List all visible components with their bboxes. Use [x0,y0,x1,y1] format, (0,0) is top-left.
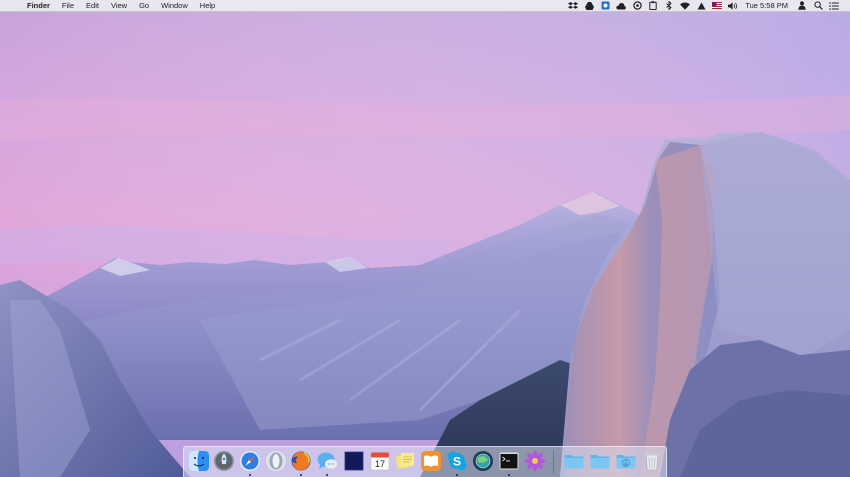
clipboard-icon[interactable] [648,1,659,10]
firefox-icon[interactable] [290,450,312,472]
menu-view[interactable]: View [105,0,133,12]
menu-file[interactable]: File [56,0,80,12]
creative-cloud-icon[interactable] [616,1,627,10]
svg-text:S: S [453,454,461,468]
google-drive-icon[interactable] [584,1,595,10]
running-indicator [456,474,458,476]
globe-app-icon[interactable] [472,450,494,472]
folder-icon[interactable] [563,450,585,472]
circle-icon[interactable] [632,1,643,10]
messages-icon[interactable] [316,450,338,472]
svg-text:17: 17 [375,459,385,469]
safari-icon[interactable] [239,450,261,472]
trash-icon[interactable] [641,450,663,472]
menu-go[interactable]: Go [133,0,155,12]
running-indicator [508,474,510,476]
mendeley-icon[interactable] [600,1,611,10]
wifi-icon[interactable] [680,1,691,10]
dock-separator [553,450,554,474]
running-indicator [300,474,302,476]
running-indicator [249,474,251,476]
user-icon[interactable] [797,1,808,10]
downloads-folder-icon[interactable] [615,450,637,472]
menu-clock[interactable]: Tue 5:58 PM [745,1,788,10]
menu-bar: Finder File Edit View Go Window Help Tue… [0,0,850,12]
skype-icon[interactable]: S [446,450,468,472]
folder-icon[interactable] [589,450,611,472]
calendar-icon[interactable]: 17 [369,450,391,472]
menu-window[interactable]: Window [155,0,194,12]
terminal-icon[interactable] [498,450,520,472]
menu-app-name[interactable]: Finder [21,0,56,12]
menu-edit[interactable]: Edit [80,0,105,12]
running-indicator [326,474,328,476]
stickies-icon[interactable] [394,450,416,472]
launchpad-icon[interactable] [213,450,235,472]
menu-help[interactable]: Help [194,0,221,12]
purple-flower-icon[interactable] [524,450,546,472]
finder-icon[interactable] [188,450,210,472]
dark-square-app-icon[interactable] [343,450,365,472]
dropbox-icon[interactable] [568,1,579,10]
dock: 17 S [183,446,667,477]
us-flag-icon[interactable] [712,1,723,10]
bluetooth-icon[interactable] [664,1,675,10]
desktop-wallpaper [0,0,850,477]
spotlight-icon[interactable] [813,1,824,10]
notification-center-icon[interactable] [829,1,840,10]
input-method-icon[interactable] [696,1,707,10]
opera-icon[interactable] [265,450,287,472]
ibooks-icon[interactable] [420,450,442,472]
volume-icon[interactable] [728,1,739,10]
